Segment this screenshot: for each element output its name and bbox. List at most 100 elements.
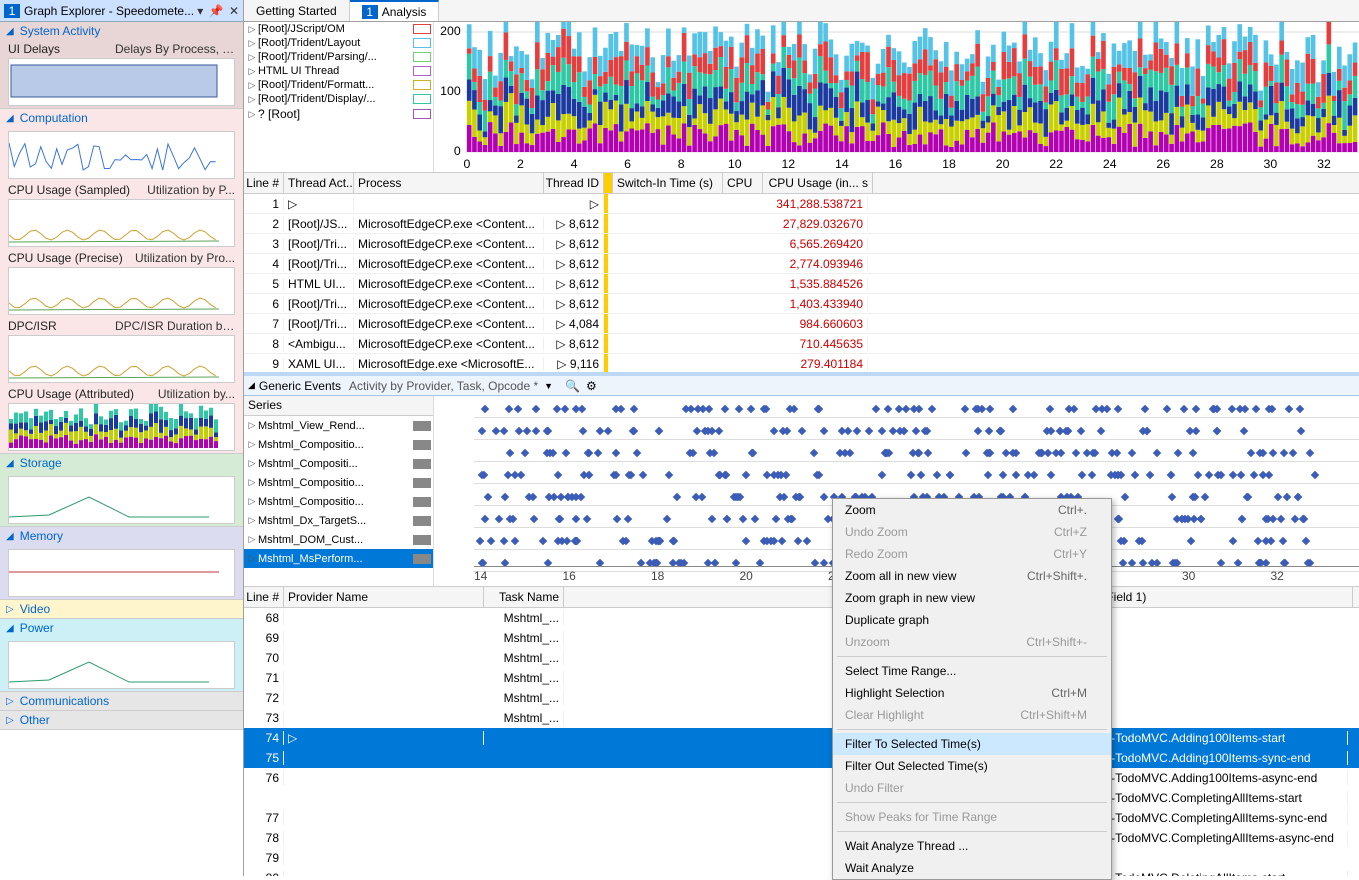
event-marker[interactable] — [505, 405, 513, 413]
table-row[interactable]: 5HTML UI...MicrosoftEdgeCP.exe <Content.… — [244, 274, 1359, 294]
preset-dropdown-icon[interactable]: ▼ — [544, 381, 553, 391]
cpu-usage-chart[interactable]: 010020002468101214161820222426283032 — [434, 22, 1359, 172]
event-marker[interactable] — [630, 405, 638, 413]
event-marker[interactable] — [1227, 405, 1235, 413]
event-marker[interactable] — [1127, 449, 1135, 457]
event-marker[interactable] — [557, 493, 565, 501]
event-marker[interactable] — [1191, 427, 1199, 435]
series-item[interactable]: ▷Mshtml_Compositio... — [244, 435, 433, 454]
menu-item[interactable]: Zoom all in new viewCtrl+Shift+. — [833, 565, 1111, 587]
event-marker[interactable] — [1250, 471, 1258, 479]
event-marker[interactable] — [1114, 405, 1122, 413]
graph-card[interactable]: CPU Usage (Precise)Utilization by Pro... — [0, 249, 243, 317]
event-marker[interactable] — [1023, 471, 1031, 479]
bot-grid-body[interactable]: 68Mshtml_...69Mshtml_...70Mshtml_...71Ms… — [244, 608, 1359, 876]
table-row[interactable]: 79 — [244, 848, 1359, 868]
event-marker[interactable] — [1071, 449, 1079, 457]
event-marker[interactable] — [499, 537, 507, 545]
table-row[interactable]: 78Microsoft-IE/Ms...28,612VanillaJS-Todo… — [244, 828, 1359, 848]
menu-item[interactable]: Select Time Range... — [833, 660, 1111, 682]
event-marker[interactable] — [771, 515, 779, 523]
event-marker[interactable] — [655, 427, 663, 435]
event-marker[interactable] — [523, 427, 531, 435]
table-row[interactable]: 1▷▷ 341,288.538721 — [244, 194, 1359, 214]
event-marker[interactable] — [928, 405, 936, 413]
event-marker[interactable] — [739, 515, 747, 523]
menu-item[interactable]: Zoom graph in new view — [833, 587, 1111, 609]
graph-card[interactable] — [0, 545, 243, 599]
event-marker[interactable] — [1291, 515, 1299, 523]
event-marker[interactable] — [844, 427, 852, 435]
event-marker[interactable] — [986, 405, 994, 413]
event-marker[interactable] — [1187, 537, 1195, 545]
event-marker[interactable] — [1145, 471, 1153, 479]
event-marker[interactable] — [1236, 471, 1244, 479]
category-system[interactable]: ◢System Activity — [0, 22, 243, 40]
event-marker[interactable] — [611, 449, 619, 457]
column-header[interactable]: Thread ID — [544, 173, 604, 193]
event-marker[interactable] — [560, 405, 568, 413]
event-marker[interactable] — [1283, 493, 1291, 501]
event-marker[interactable] — [673, 493, 681, 501]
event-marker[interactable] — [778, 537, 786, 545]
event-marker[interactable] — [532, 427, 540, 435]
category-video[interactable]: ▷Video — [0, 600, 243, 618]
event-marker[interactable] — [1153, 449, 1161, 457]
category-power[interactable]: ◢Power — [0, 619, 243, 637]
event-marker[interactable] — [923, 449, 931, 457]
event-marker[interactable] — [889, 427, 897, 435]
legend-item[interactable]: ▷[Root]/Trident/Formatt... — [244, 78, 433, 92]
legend-item[interactable]: ▷[Root]/Trident/Layout — [244, 36, 433, 50]
event-marker[interactable] — [803, 537, 811, 545]
event-marker[interactable] — [1163, 405, 1171, 413]
event-marker[interactable] — [865, 427, 873, 435]
event-marker[interactable] — [1247, 449, 1255, 457]
event-marker[interactable] — [1045, 405, 1053, 413]
event-marker[interactable] — [912, 427, 920, 435]
graph-card[interactable] — [0, 637, 243, 691]
event-marker[interactable] — [492, 427, 500, 435]
event-marker[interactable] — [820, 493, 828, 501]
table-row[interactable]: 71Mshtml_... — [244, 668, 1359, 688]
event-marker[interactable] — [1096, 427, 1104, 435]
tab-getting-started[interactable]: Getting Started — [244, 0, 350, 21]
event-marker[interactable] — [1201, 493, 1209, 501]
dropdown-icon[interactable]: ▾ — [197, 4, 203, 18]
legend-item[interactable]: ▷HTML UI Thread — [244, 64, 433, 78]
event-marker[interactable] — [1131, 471, 1139, 479]
column-header[interactable]: Task Name — [484, 587, 564, 607]
event-marker[interactable] — [1078, 471, 1086, 479]
event-marker[interactable] — [878, 471, 886, 479]
event-marker[interactable] — [1269, 449, 1277, 457]
series-item[interactable]: ▷Mshtml_Compositi... — [244, 454, 433, 473]
event-marker[interactable] — [553, 405, 561, 413]
table-row[interactable]: 72Mshtml_... — [244, 688, 1359, 708]
menu-item[interactable]: Duplicate graph — [833, 609, 1111, 631]
event-marker[interactable] — [1302, 537, 1310, 545]
menu-item[interactable]: Highlight SelectionCtrl+M — [833, 682, 1111, 704]
table-row[interactable]: 6[Root]/Tri...MicrosoftEdgeCP.exe <Conte… — [244, 294, 1359, 314]
event-marker[interactable] — [481, 515, 489, 523]
event-marker[interactable] — [572, 515, 580, 523]
close-icon[interactable]: ✕ — [229, 4, 239, 18]
event-marker[interactable] — [1168, 493, 1176, 501]
event-marker[interactable] — [1012, 471, 1020, 479]
event-marker[interactable] — [521, 449, 529, 457]
event-marker[interactable] — [499, 427, 507, 435]
table-row[interactable]: 75Microsoft-IE/Ms...68,612VanillaJS-Todo… — [244, 748, 1359, 768]
event-marker[interactable] — [562, 449, 570, 457]
series-item[interactable]: ▷Mshtml_Dx_TargetS... — [244, 511, 433, 530]
menu-item[interactable]: ZoomCtrl+. — [833, 499, 1111, 521]
event-marker[interactable] — [735, 405, 743, 413]
column-header[interactable] — [604, 173, 613, 193]
graph-card[interactable] — [0, 127, 243, 181]
table-row[interactable]: Microsoft-IE/Ms...68,612VanillaJS-TodoMV… — [244, 788, 1359, 808]
event-marker[interactable] — [1008, 405, 1016, 413]
table-row[interactable]: 3[Root]/Tri...MicrosoftEdgeCP.exe <Conte… — [244, 234, 1359, 254]
event-marker[interactable] — [722, 515, 730, 523]
event-marker[interactable] — [1180, 405, 1188, 413]
event-marker[interactable] — [945, 471, 953, 479]
event-marker[interactable] — [613, 515, 621, 523]
event-marker[interactable] — [1311, 471, 1319, 479]
event-marker[interactable] — [511, 537, 519, 545]
